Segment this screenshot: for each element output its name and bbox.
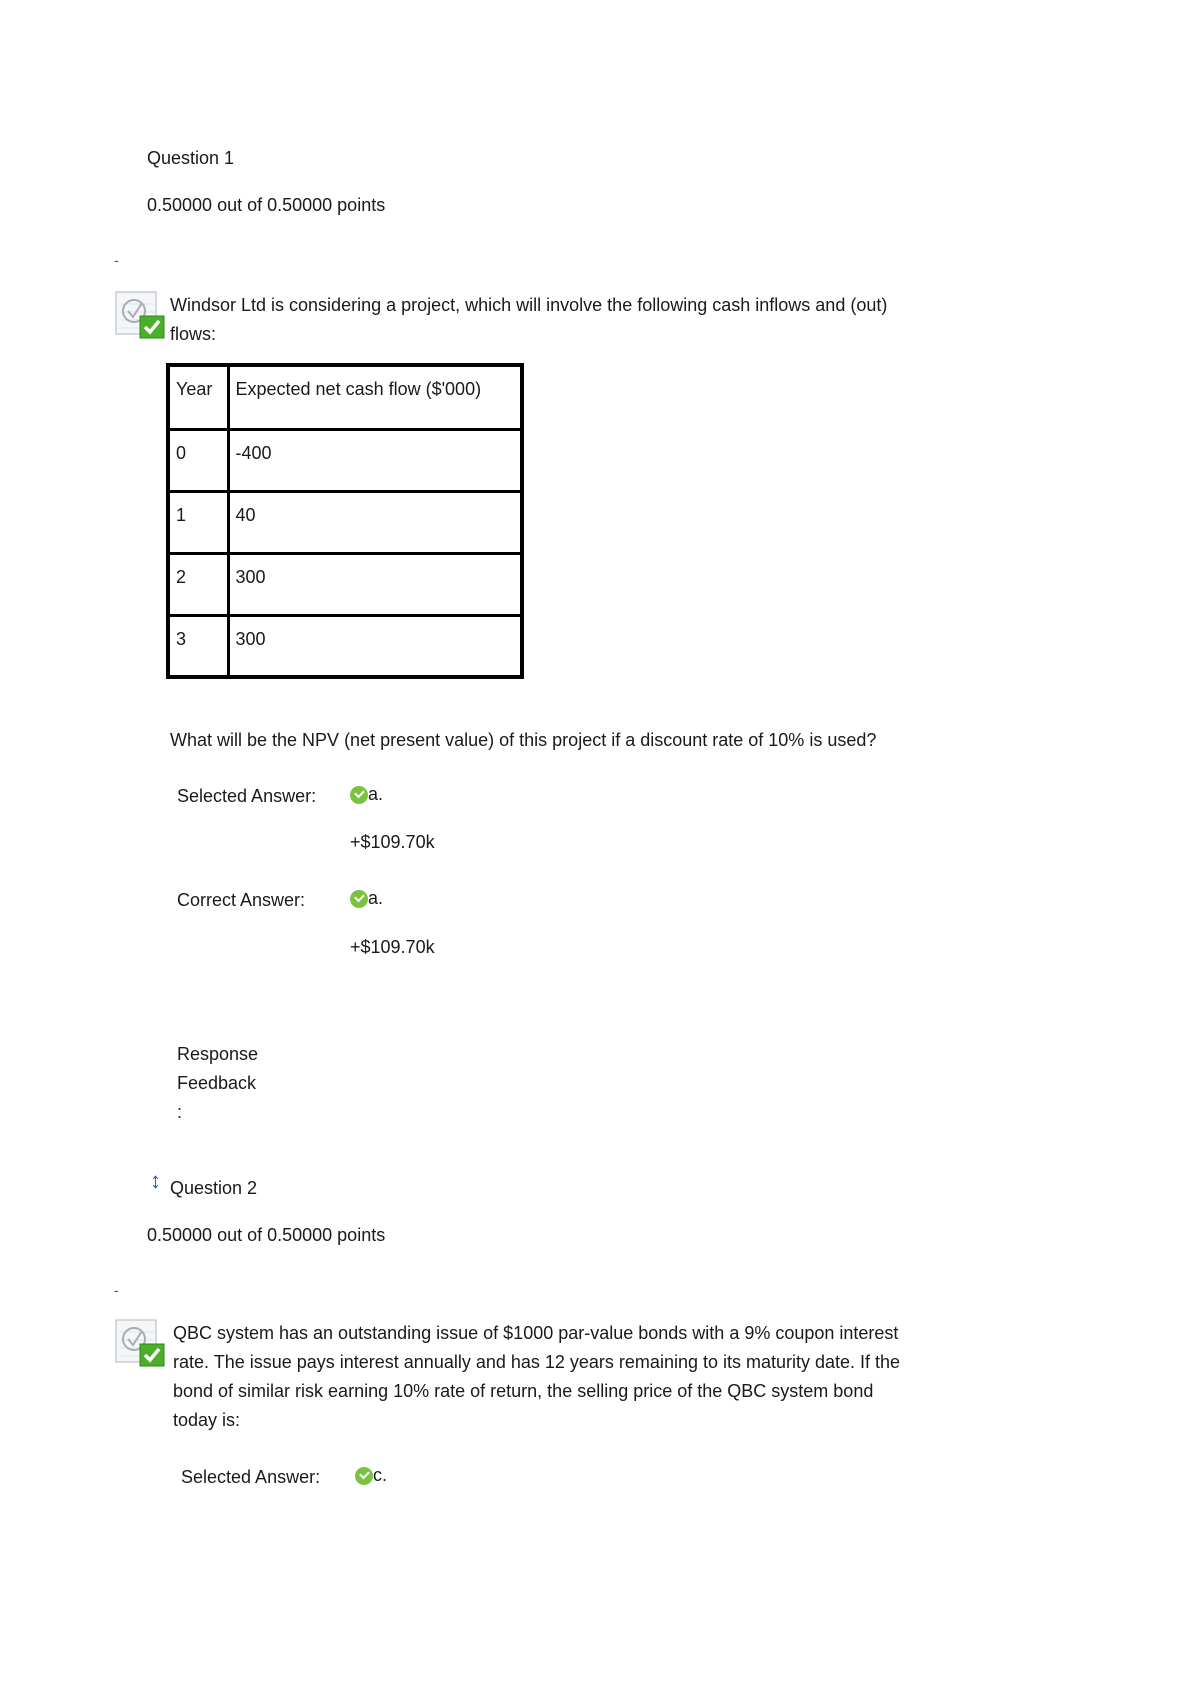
question-1-collapse-marker[interactable]: - [114,252,119,268]
question-2-collapse-marker[interactable]: - [114,1282,119,1298]
response-feedback-label: Response Feedback : [177,1040,258,1127]
table-row: 0 -400 [166,427,524,493]
table-row: 2 300 [166,551,524,617]
question-2-title: Question 2 [170,1178,258,1198]
cell-year: 0 [166,427,230,493]
correct-check-icon [350,786,368,804]
question-1-text-line1: Windsor Ltd is considering a project, wh… [170,295,888,315]
question-1-text-line2: flows: [170,324,217,344]
question-2-text-line: bond of similar risk earning 10% rate of… [173,1381,874,1401]
table-row: 1 40 [166,489,524,555]
selected-answer-letter: a. [368,784,384,804]
cash-flow-table: Year Expected net cash flow ($'000) 0 -4… [166,363,524,679]
feedback-label-line1: Response [177,1044,259,1064]
header-cash-flow: Expected net cash flow ($'000) [226,363,524,431]
cell-cash-flow: 40 [226,489,524,555]
cell-cash-flow: -400 [226,427,524,493]
correct-answer-value: +$109.70k [350,937,435,957]
question-2-text-line: QBC system has an outstanding issue of $… [173,1323,899,1343]
cell-year: 2 [166,551,230,617]
correct-answer-label: Correct Answer: [177,890,306,910]
cell-cash-flow: 300 [226,551,524,617]
question-2-text: QBC system has an outstanding issue of $… [173,1319,900,1435]
q2-selected-answer-letter: c. [373,1465,388,1485]
q2-selected-answer-choice: c. [355,1465,387,1486]
cell-year: 1 [166,489,230,555]
correct-answer-letter: a. [368,888,384,908]
correct-question-icon [114,290,166,340]
selected-answer-value: +$109.70k [350,832,435,852]
cell-year: 3 [166,613,230,679]
feedback-label-line2: Feedback [177,1073,257,1093]
selected-answer-choice: a. [350,784,383,805]
table-header-row: Year Expected net cash flow ($'000) [166,363,524,431]
cell-cash-flow: 300 [226,613,524,679]
reorder-arrow-icon[interactable]: ↕ [150,1168,161,1194]
feedback-label-line3: : [177,1102,183,1122]
correct-check-icon [355,1467,373,1485]
question-1-points: 0.50000 out of 0.50000 points [147,195,386,215]
q2-selected-answer-label: Selected Answer: [181,1467,321,1487]
question-2-text-line: rate. The issue pays interest annually a… [173,1352,901,1372]
correct-question-icon [114,1318,166,1368]
selected-answer-label: Selected Answer: [177,786,317,806]
correct-answer-choice: a. [350,888,383,909]
table-row: 3 300 [166,613,524,679]
header-year: Year [166,363,230,431]
question-2-text-line: today is: [173,1410,241,1430]
question-1-prompt: What will be the NPV (net present value)… [170,730,877,750]
correct-check-icon [350,890,368,908]
question-2-points: 0.50000 out of 0.50000 points [147,1225,386,1245]
question-1-title: Question 1 [147,148,235,168]
